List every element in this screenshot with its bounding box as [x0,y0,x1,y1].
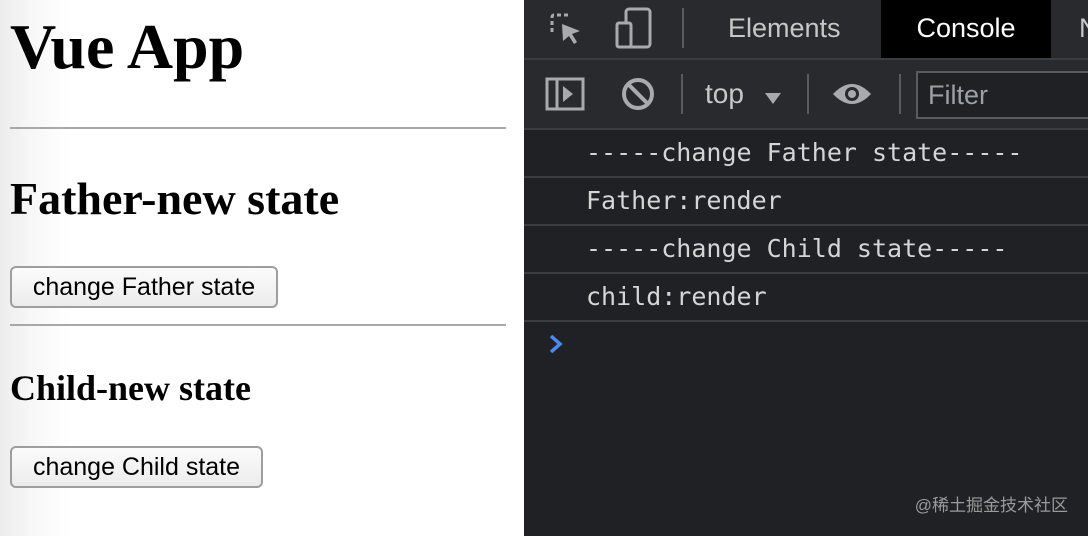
eye-icon[interactable] [830,74,874,114]
divider [10,127,506,129]
sidebar-toggle-icon[interactable] [544,74,586,114]
devtools-tab-bar: Elements Console N [524,0,1088,60]
devtools-panel: Elements Console N [524,0,1088,536]
console-messages: -----change Father state----- Father:ren… [524,130,1088,322]
tab-network[interactable]: N [1079,0,1088,58]
filter-input[interactable] [916,71,1088,119]
context-selector[interactable]: top [705,74,782,116]
console-message: child:render [524,274,1088,322]
toolbar-separator [899,74,901,114]
divider [10,324,506,326]
change-child-state-button[interactable]: change Child state [10,446,263,488]
app-title: Vue App [10,11,245,82]
prompt-chevron-icon[interactable] [548,330,564,363]
change-father-state-button[interactable]: change Father state [10,266,278,308]
console-message: Father:render [524,178,1088,226]
father-state-heading: Father-new state [10,173,340,224]
console-message: -----change Child state----- [524,226,1088,274]
console-message: -----change Father state----- [524,130,1088,178]
dropdown-arrow-icon [764,76,782,116]
toolbar-separator [807,74,809,114]
app-page: Vue App Father-new state change Father s… [0,0,524,536]
toolbar-separator [681,74,683,114]
clear-console-icon[interactable] [618,74,658,114]
child-state-heading: Child-new state [10,368,251,408]
watermark: @稀土掘金技术社区 [914,496,1068,515]
tab-elements[interactable]: Elements [710,0,859,58]
tab-console[interactable]: Console [881,0,1051,58]
device-toggle-icon[interactable] [612,6,656,50]
context-selector-label: top [705,78,744,109]
toolbar-separator [682,8,684,48]
inspect-element-icon[interactable] [546,9,586,49]
